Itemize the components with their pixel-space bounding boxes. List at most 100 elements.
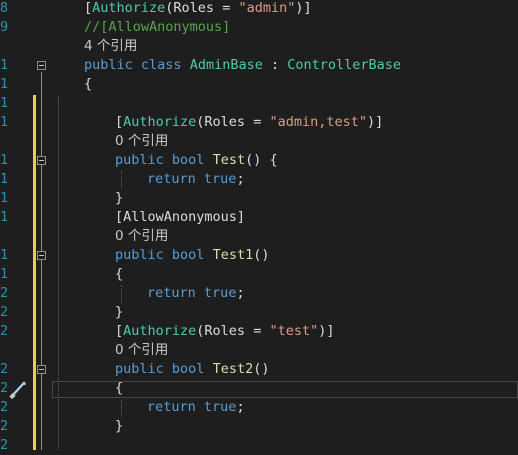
code-text: 0 个引用 [115,227,168,246]
code-text: } [115,303,123,322]
code-token: (Roles = [196,323,270,339]
line-number: 11 [0,76,8,92]
code-text: } [115,417,123,436]
code-text: return true; [147,284,245,303]
code-token: : [262,57,288,73]
code-line[interactable]: 11 { [0,75,518,94]
code-editor[interactable]: 8 [Authorize(Roles = "admin")] 9//[AllowAn… [0,0,518,453]
reference-count-link[interactable]: 0 个引用 [115,228,168,244]
reference-count-link[interactable]: 0 个引用 [115,342,168,358]
collapse-icon[interactable] [37,251,46,260]
code-text: public bool Test1() [115,246,269,265]
line-number: 25 [0,399,8,415]
code-text: return true; [147,170,245,189]
code-line[interactable]: 15 return true; [0,170,518,189]
code-token: //[AllowAnonymous] [84,19,231,35]
code-line[interactable]: 24 { [0,379,518,398]
reference-count-link[interactable]: 0 个引用 [115,133,168,149]
code-token: "test" [269,323,319,339]
code-token: () { [245,152,278,168]
codelens-reference-count[interactable]: 0 个引用 [0,227,518,246]
code-token: bool [171,247,205,263]
code-token: ; [236,399,245,415]
code-line[interactable]: 18 public bool Test1() [0,246,518,265]
line-number: 10 [0,57,8,73]
line-number: 13 [0,114,8,130]
code-line[interactable]: 27 [0,436,518,455]
collapse-icon[interactable] [37,365,46,374]
code-token: "admin,test" [269,114,367,130]
code-token: } [115,304,124,320]
code-token: true [203,399,237,415]
code-line[interactable]: 14 public bool Test() { [0,151,518,170]
code-text: return true; [147,398,245,417]
code-text: public bool Test() { [115,151,278,170]
code-line[interactable]: 16} [0,189,518,208]
code-text: } [115,189,123,208]
code-token: Authorize [123,114,197,130]
code-line[interactable]: 22 [Authorize(Roles = "test")] [0,322,518,341]
code-line[interactable]: 10 public class AdminBase : ControllerBas… [0,56,518,75]
code-line[interactable]: 17 [AllowAnonymous] [0,208,518,227]
code-token: true [203,285,237,301]
code-token: } [115,418,124,434]
line-number: 24 [0,380,8,396]
code-line[interactable]: 13 [Authorize(Roles = "admin,test")] [0,113,518,132]
collapse-icon[interactable] [37,61,46,70]
collapse-icon[interactable] [37,156,46,165]
code-line[interactable]: 12 [0,94,518,113]
code-line[interactable]: 8 [Authorize(Roles = "admin")] [0,0,518,18]
line-number: 22 [0,323,8,339]
reference-count-link[interactable]: 4 个引用 [84,38,137,54]
codelens-reference-count[interactable]: 0 个引用 [0,132,518,151]
code-text: 0 个引用 [115,132,168,151]
code-token: public [115,152,164,168]
line-number: 14 [0,152,8,168]
code-token: (Roles = [196,114,270,130]
line-number [0,341,8,360]
code-token: } [115,190,124,206]
code-token: )] [295,0,312,16]
code-token: bool [171,361,205,377]
code-line[interactable]: 19 { [0,265,518,284]
code-text: //[AllowAnonymous] [84,18,230,37]
line-number: 21 [0,304,8,320]
codelens-reference-count[interactable]: 4 个引用 [0,37,518,56]
code-token: () [253,247,270,263]
code-token: class [140,57,182,73]
code-token: AdminBase [189,57,263,73]
code-token: () [253,361,270,377]
code-token: Authorize [123,323,197,339]
code-text: 4 个引用 [84,37,137,56]
code-line[interactable]: 20 return true; [0,284,518,303]
code-token: )] [367,114,384,130]
line-number: 12 [0,95,8,111]
code-token: "admin" [238,0,296,16]
line-number [0,37,8,56]
line-number: 16 [0,190,8,206]
code-text: { [115,379,123,398]
code-line[interactable]: 21} [0,303,518,322]
paintbrush-icon[interactable] [8,381,28,399]
codelens-reference-count[interactable]: 0 个引用 [0,341,518,360]
code-token: [ [115,323,124,339]
code-line[interactable]: 23 public bool Test2() [0,360,518,379]
code-token: )] [318,323,335,339]
line-number: 18 [0,247,8,263]
code-token: Test [212,152,246,168]
code-token: [ [115,114,124,130]
code-token: [ [84,0,93,16]
code-line[interactable]: 25 return true; [0,398,518,417]
code-token: return [147,285,196,301]
code-text: [AllowAnonymous] [115,208,245,227]
code-line[interactable]: 9 //[AllowAnonymous] [0,18,518,37]
line-number [0,132,8,151]
line-number: 17 [0,209,8,225]
code-line[interactable]: 26} [0,417,518,436]
